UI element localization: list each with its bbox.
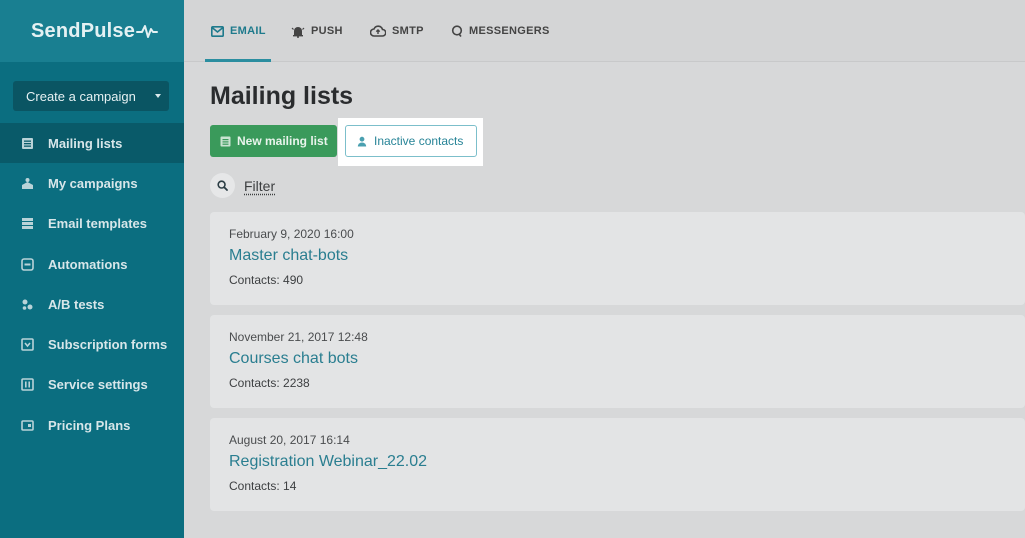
active-tab-indicator [205, 59, 271, 62]
chevron-down-icon[interactable] [147, 81, 169, 111]
sidebar-item-label: Email templates [48, 216, 147, 232]
bell-icon [291, 25, 305, 38]
sidebar-item-label: A/B tests [48, 296, 105, 312]
tab-smtp[interactable]: SMTP [370, 0, 424, 62]
list-contacts: Contacts: 14 [229, 479, 297, 493]
filter-link[interactable]: Filter [244, 178, 275, 194]
tab-email[interactable]: EMAIL [211, 0, 266, 62]
automations-icon [21, 257, 34, 271]
sidebar-item-email-templates[interactable]: Email templates [0, 204, 184, 244]
list-date: February 9, 2020 16:00 [229, 227, 354, 241]
sidebar-item-label: Subscription forms [48, 337, 168, 353]
chat-icon [451, 25, 463, 37]
tab-label: SMTP [392, 25, 424, 37]
email-icon [211, 25, 224, 37]
sidebar-item-mailing-lists[interactable]: Mailing lists [0, 123, 184, 164]
sidebar-item-pricing-plans[interactable]: Pricing Plans [0, 405, 184, 445]
create-campaign-label: Create a campaign [26, 88, 136, 104]
inactive-contacts-label: Inactive contacts [374, 134, 464, 148]
search-icon[interactable] [210, 173, 235, 198]
sidebar-item-label: Service settings [48, 377, 148, 393]
templates-icon [21, 217, 34, 230]
list-name-link[interactable]: Registration Webinar_22.02 [229, 453, 427, 471]
inactive-contacts-button[interactable]: Inactive contacts [345, 125, 477, 157]
sidebar-item-label: Automations [48, 256, 128, 272]
sidebar-item-label: My campaigns [48, 175, 138, 191]
logo[interactable]: SendPulse [31, 19, 159, 43]
sidebar-item-my-campaigns[interactable]: My campaigns [0, 163, 184, 203]
settings-icon [21, 378, 34, 392]
list-item[interactable]: February 9, 2020 16:00 Master chat-bots … [210, 212, 1025, 305]
pulse-icon [136, 25, 159, 38]
pricing-icon [21, 419, 34, 432]
sidebar-item-label: Mailing lists [48, 135, 123, 151]
sidebar: SendPulse Create a campaign Mailing list… [0, 0, 184, 538]
list-contacts: Contacts: 2238 [229, 376, 310, 390]
cloud-icon [370, 25, 386, 37]
campaigns-icon [21, 177, 34, 190]
user-icon [357, 136, 368, 147]
page-title: Mailing lists [210, 82, 354, 110]
list-name-link[interactable]: Master chat-bots [229, 247, 348, 265]
sidebar-item-label: Pricing Plans [48, 417, 131, 433]
new-mailing-list-label: New mailing list [237, 134, 328, 148]
sidebar-item-service-settings[interactable]: Service settings [0, 365, 184, 405]
sidebar-item-subscription-forms[interactable]: Subscription forms [0, 324, 184, 364]
list-item[interactable]: August 20, 2017 16:14 Registration Webin… [210, 418, 1025, 511]
list-icon [21, 137, 34, 150]
list-date: November 21, 2017 12:48 [229, 330, 368, 344]
create-campaign-button[interactable]: Create a campaign [13, 81, 169, 111]
tab-push[interactable]: PUSH [291, 0, 343, 62]
tab-label: EMAIL [230, 25, 266, 37]
logo-bar: SendPulse [0, 0, 184, 62]
list-name-link[interactable]: Courses chat bots [229, 350, 358, 368]
sidebar-item-automations[interactable]: Automations [0, 244, 184, 284]
tab-label: PUSH [311, 25, 343, 37]
logo-text: SendPulse [31, 19, 136, 42]
new-mailing-list-button[interactable]: New mailing list [210, 125, 337, 157]
list-contacts: Contacts: 490 [229, 273, 304, 287]
tab-label: MESSENGERS [469, 25, 550, 37]
ab-tests-icon [21, 298, 34, 311]
forms-icon [21, 338, 34, 351]
top-nav: EMAIL PUSH SMTP MESSENGERS [184, 0, 1025, 62]
list-date: August 20, 2017 16:14 [229, 433, 350, 447]
sidebar-item-ab-tests[interactable]: A/B tests [0, 284, 184, 324]
sidebar-nav: Mailing lists My campaigns Email templat… [0, 123, 184, 445]
list-item[interactable]: November 21, 2017 12:48 Courses chat bot… [210, 315, 1025, 408]
list-add-icon [220, 136, 231, 147]
tab-messengers[interactable]: MESSENGERS [451, 0, 550, 62]
